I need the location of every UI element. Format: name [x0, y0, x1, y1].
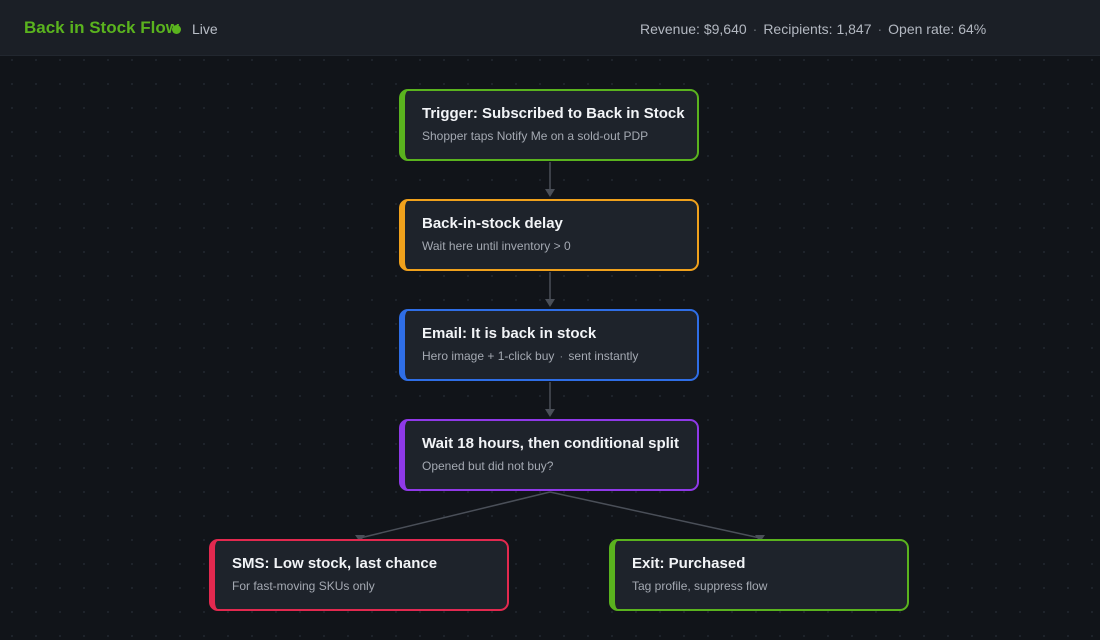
flow-canvas[interactable]: Back in Stock Flow Live Revenue: $9,640 ·…: [0, 0, 1100, 640]
node-subtitle: Wait here until inventory > 0: [422, 239, 571, 253]
sms-node[interactable]: SMS: Low stock, last chance For fast-mov…: [209, 539, 509, 611]
arrowhead-icon: [545, 189, 555, 197]
node-subtitle: Hero image + 1-click buy · sent instantly: [422, 349, 681, 363]
node-title: Email: It is back in stock: [422, 325, 597, 342]
trigger-node[interactable]: Trigger: Subscribed to Back in Stock Sho…: [399, 89, 699, 161]
node-title: Back-in-stock delay: [422, 215, 563, 232]
edge-wait-to-sms: [359, 491, 551, 539]
node-title: SMS: Low stock, last chance: [232, 555, 438, 572]
email-node[interactable]: Email: It is back in stock Hero image + …: [399, 309, 699, 381]
node-subtitle: For fast-moving SKUs only: [232, 579, 375, 593]
node-subtitle-timing: sent instantly: [568, 349, 639, 363]
node-subtitle: Tag profile, suppress flow: [632, 579, 768, 593]
node-subtitle: Shopper taps Notify Me on a sold-out PDP: [422, 129, 649, 143]
arrowhead-icon: [545, 409, 555, 417]
exit-node[interactable]: Exit: Purchased Tag profile, suppress fl…: [609, 539, 909, 611]
subtitle-separator: ·: [559, 349, 564, 363]
wait-split-node[interactable]: Wait 18 hours, then conditional split Op…: [399, 419, 699, 491]
node-subtitle-content: Hero image + 1-click buy: [422, 349, 555, 363]
edge-wait-to-exit: [549, 491, 761, 539]
arrowhead-icon: [545, 299, 555, 307]
node-title: Wait 18 hours, then conditional split: [422, 435, 679, 452]
node-title: Trigger: Subscribed to Back in Stock: [422, 105, 685, 122]
delay-node[interactable]: Back-in-stock delay Wait here until inve…: [399, 199, 699, 271]
node-subtitle: Opened but did not buy?: [422, 459, 554, 473]
node-title: Exit: Purchased: [632, 555, 746, 572]
